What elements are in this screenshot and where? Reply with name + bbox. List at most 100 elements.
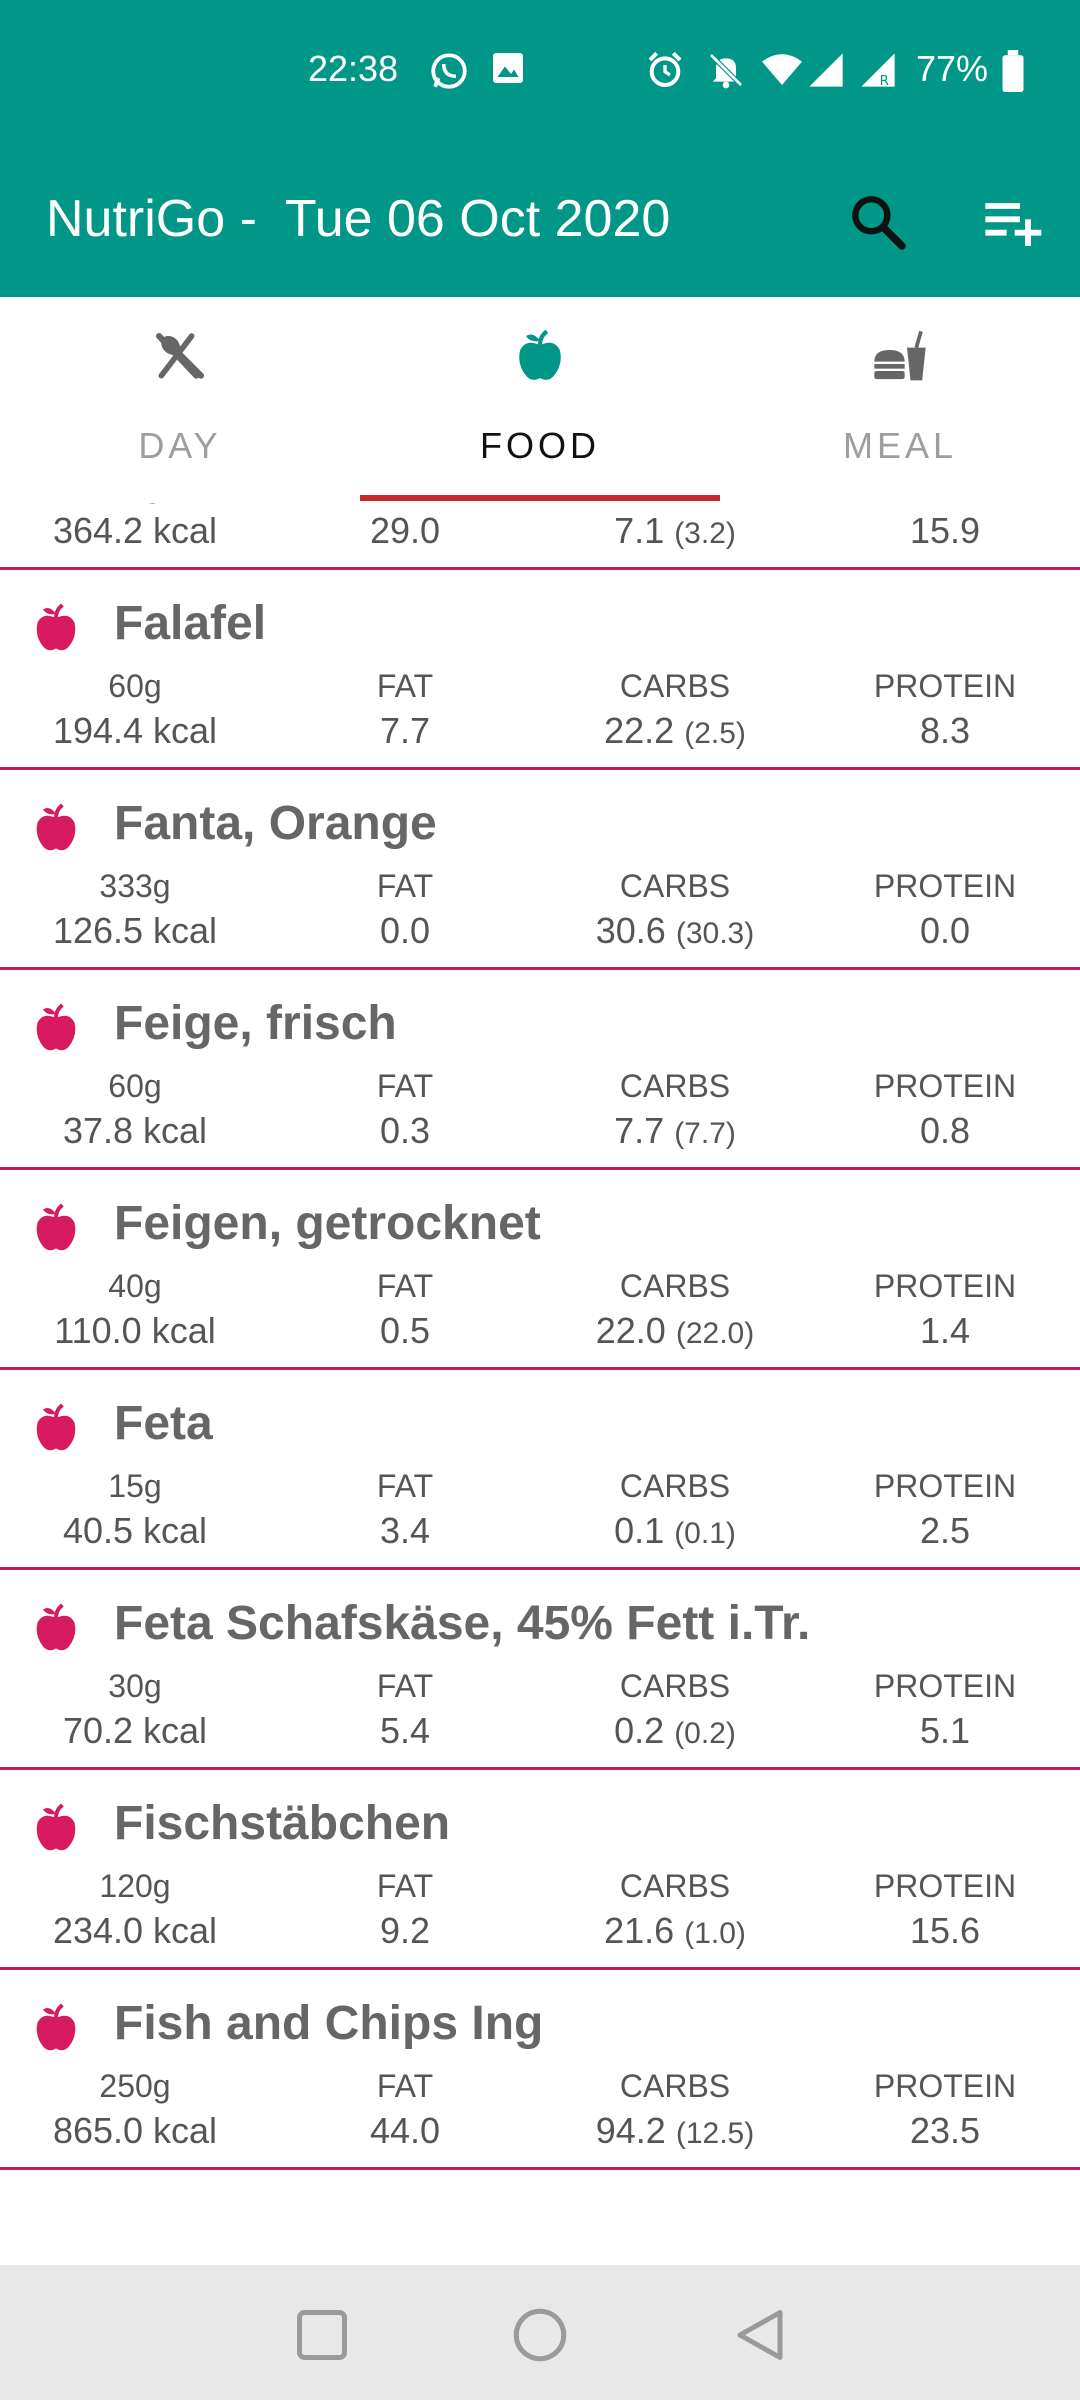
sugar-value: (22.0) <box>675 1317 755 1350</box>
sugar-value: (30.3) <box>675 917 755 950</box>
food-kcal: 70.2 kcal <box>62 1710 208 1751</box>
carbs-label: CARBS <box>619 1068 731 1104</box>
carbs-cell: 7.7 (7.7) <box>540 1110 810 1152</box>
tab-indicator <box>360 495 720 501</box>
tab-bar: DAY FOOD MEAL <box>0 297 1080 503</box>
status-bar: 22:38 R 77% <box>0 0 1080 145</box>
fat-label: FAT <box>376 868 434 904</box>
app-bar: NutriGo - Tue 06 Oct 2020 <box>0 145 1080 297</box>
protein-value: 0.0 <box>919 910 971 951</box>
carbs-value: 94.2 <box>595 2110 666 2151</box>
list-item[interactable]: Fischstäbchen 120g 234.0 kcal FAT 9.2 CARBS 21… <box>0 1770 1080 1970</box>
status-time: 22:38 <box>308 48 399 89</box>
mute-icon <box>709 53 743 89</box>
tab-meal-label: MEAL <box>842 425 958 466</box>
sugar-value: (12.5) <box>675 2117 755 2150</box>
home-icon[interactable] <box>510 2305 570 2365</box>
food-kcal: 37.8 kcal <box>62 1110 208 1151</box>
protein-label: PROTEIN <box>873 868 1017 904</box>
carbs-label: CARBS <box>619 1468 731 1504</box>
protein-value: 5.1 <box>919 1710 971 1751</box>
navigation-bar <box>0 2265 1080 2400</box>
list-item[interactable]: Feigen, getrocknet 40g 110.0 kcal FAT 0.5 CAR… <box>0 1170 1080 1370</box>
tab-meal[interactable]: MEAL <box>720 297 1080 503</box>
food-amount: 120g <box>99 1868 171 1904</box>
food-amount: 333g <box>99 868 171 904</box>
list-item[interactable]: Fish and Chips Ing 250g 865.0 kcal FAT 44.0 C… <box>0 1970 1080 2170</box>
recents-icon[interactable] <box>292 2305 352 2365</box>
food-amount: 250g <box>99 2068 171 2104</box>
food-name: Feta Schafskäse, 45% Fett i.Tr. <box>114 1597 811 1650</box>
food-name: Fanta, Orange <box>114 797 437 850</box>
carbs-value: 22.0 <box>595 1310 666 1351</box>
protein-label: PROTEIN <box>873 1868 1017 1904</box>
wifi-icon <box>762 54 802 85</box>
carbs-value: 0.2 <box>614 1710 665 1751</box>
protein-label: PROTEIN <box>873 668 1017 704</box>
sugar-value: (0.2) <box>674 1717 736 1750</box>
burger-drink-icon <box>874 330 926 381</box>
carbs-label: CARBS <box>619 2068 731 2104</box>
svg-text:R: R <box>880 74 889 89</box>
protein-label: PROTEIN <box>873 1268 1017 1304</box>
fat-value: 5.4 <box>379 1710 431 1751</box>
food-kcal: 364.2 kcal <box>52 510 218 551</box>
carbs-cell: 21.6 (1.0) <box>540 1910 810 1952</box>
carbs-cell: 22.2 (2.5) <box>540 710 810 752</box>
sugar-value: (0.1) <box>674 1517 736 1550</box>
protein-value: 8.3 <box>919 710 971 751</box>
carbs-label: CARBS <box>619 1268 731 1304</box>
fat-value: 29.0 <box>369 510 441 551</box>
apple-icon <box>36 1003 76 1051</box>
list-item[interactable]: Fanta, Orange 333g 126.5 kcal FAT 0.0 CARBS 30… <box>0 770 1080 970</box>
signal-roaming-icon: R <box>861 53 895 89</box>
fat-value: 44.0 <box>369 2110 441 2151</box>
protein-label: PROTEIN <box>873 2068 1017 2104</box>
search-icon[interactable] <box>846 190 910 254</box>
protein-value: 0.8 <box>919 1110 971 1151</box>
image-icon <box>493 53 523 83</box>
food-kcal: 126.5 kcal <box>52 910 218 951</box>
tab-food[interactable]: FOOD <box>360 297 720 503</box>
carbs-value: 22.2 <box>604 710 675 751</box>
food-kcal: 110.0 kcal <box>54 1310 216 1351</box>
carbs-label: CARBS <box>619 1868 731 1904</box>
list-item[interactable]: Feta 15g 40.5 kcal FAT 3.4 CARBS 0.1 (0.1) PROT… <box>0 1370 1080 1570</box>
fat-value: 7.7 <box>379 710 431 751</box>
apple-icon <box>36 1803 76 1851</box>
fat-label: FAT <box>376 1668 434 1704</box>
list-item[interactable]: Falafel 60g 194.4 kcal FAT 7.7 CARBS 22.2 (2.5… <box>0 570 1080 770</box>
protein-label: PROTEIN <box>873 1468 1017 1504</box>
food-name: Fischstäbchen <box>114 1797 451 1850</box>
apple-icon <box>36 603 76 651</box>
apple-icon <box>519 329 561 380</box>
fat-value: 0.3 <box>379 1110 431 1151</box>
playlist-add-icon[interactable] <box>980 190 1044 254</box>
food-name: Fish and Chips Ing <box>114 1997 544 2050</box>
carbs-label: CARBS <box>619 1668 731 1704</box>
food-name: Feta <box>114 1397 213 1450</box>
carbs-value: 0.1 <box>614 1510 665 1551</box>
carbs-cell: 0.1 (0.1) <box>540 1510 810 1552</box>
protein-value: 15.9 <box>909 510 981 551</box>
food-amount: 15g <box>108 1468 162 1504</box>
protein-value: 15.6 <box>909 1910 981 1951</box>
whatsapp-icon <box>431 53 467 89</box>
tab-day[interactable]: DAY <box>0 297 360 503</box>
apple-icon <box>36 1603 76 1651</box>
sugar-value: (2.5) <box>684 717 746 750</box>
food-name: Falafel <box>114 597 267 650</box>
alarm-icon <box>648 51 682 87</box>
protein-value: 1.4 <box>919 1310 971 1351</box>
list-item[interactable]: Feige, frisch 60g 37.8 kcal FAT 0.3 CARBS 7.7 … <box>0 970 1080 1170</box>
protein-value: 23.5 <box>909 2110 981 2151</box>
protein-label: PROTEIN <box>873 1068 1017 1104</box>
carbs-value: 7.1 <box>614 510 665 551</box>
carbs-cell: 94.2 (12.5) <box>540 2110 810 2152</box>
fat-label: FAT <box>376 1268 434 1304</box>
list-item[interactable]: Feta Schafskäse, 45% Fett i.Tr. 30g 70.2 k… <box>0 1570 1080 1770</box>
food-list[interactable]: Erdnussbutter 100%60g364.2 kcalFAT29.0CA… <box>0 445 1080 2265</box>
fat-label: FAT <box>376 1068 434 1104</box>
back-icon[interactable] <box>730 2305 790 2365</box>
carbs-label: CARBS <box>619 668 731 704</box>
